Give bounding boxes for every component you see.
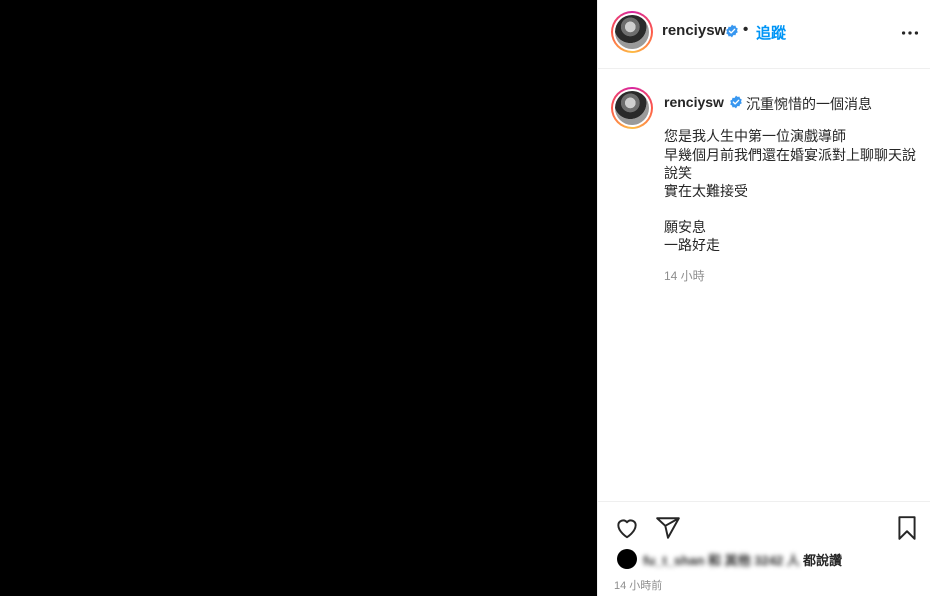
caption-line: 實在太難接受 xyxy=(664,183,748,199)
post-header: renciysw • 追蹤 xyxy=(598,0,930,69)
caption-line: 沉重惋惜的一個消息 xyxy=(746,96,872,112)
caption-line: 說笑 xyxy=(664,165,692,181)
follow-button[interactable]: 追蹤 xyxy=(756,22,786,43)
post-side-panel: renciysw • 追蹤 renciysw 沉重惋惜的一個消息 您是我人生中第… xyxy=(597,0,930,596)
likes-summary[interactable]: fu_t_shan 和 其他 3242 人 xyxy=(643,550,800,569)
caption-avatar[interactable] xyxy=(611,87,653,129)
verified-badge-icon xyxy=(726,24,738,38)
header-username[interactable]: renciysw xyxy=(662,22,726,39)
separator-dot: • xyxy=(743,21,749,38)
send-icon[interactable] xyxy=(655,515,681,541)
post-media[interactable] xyxy=(0,0,597,596)
caption-username[interactable]: renciysw xyxy=(664,94,724,110)
caption-line: 一路好走 xyxy=(664,237,720,253)
caption-line: 早幾個月前我們還在婚宴派對上聊聊天說 xyxy=(664,147,916,163)
post-actions: fu_t_shan 和 其他 3242 人 都說讚 14 小時前 xyxy=(598,501,930,596)
caption-line: 願安息 xyxy=(664,219,706,235)
verified-badge-icon xyxy=(730,95,742,109)
likes-label: 都說讚 xyxy=(803,553,843,568)
more-horizontal-icon[interactable] xyxy=(899,22,921,44)
caption-line: 您是我人生中第一位演戲導師 xyxy=(664,128,846,144)
post-timestamp[interactable]: 14 小時前 xyxy=(614,577,662,593)
heart-icon[interactable] xyxy=(614,515,640,541)
liker-avatar[interactable] xyxy=(617,549,637,569)
bookmark-icon[interactable] xyxy=(894,515,920,541)
avatar[interactable] xyxy=(611,11,653,53)
caption-time[interactable]: 14 小時 xyxy=(664,267,705,284)
